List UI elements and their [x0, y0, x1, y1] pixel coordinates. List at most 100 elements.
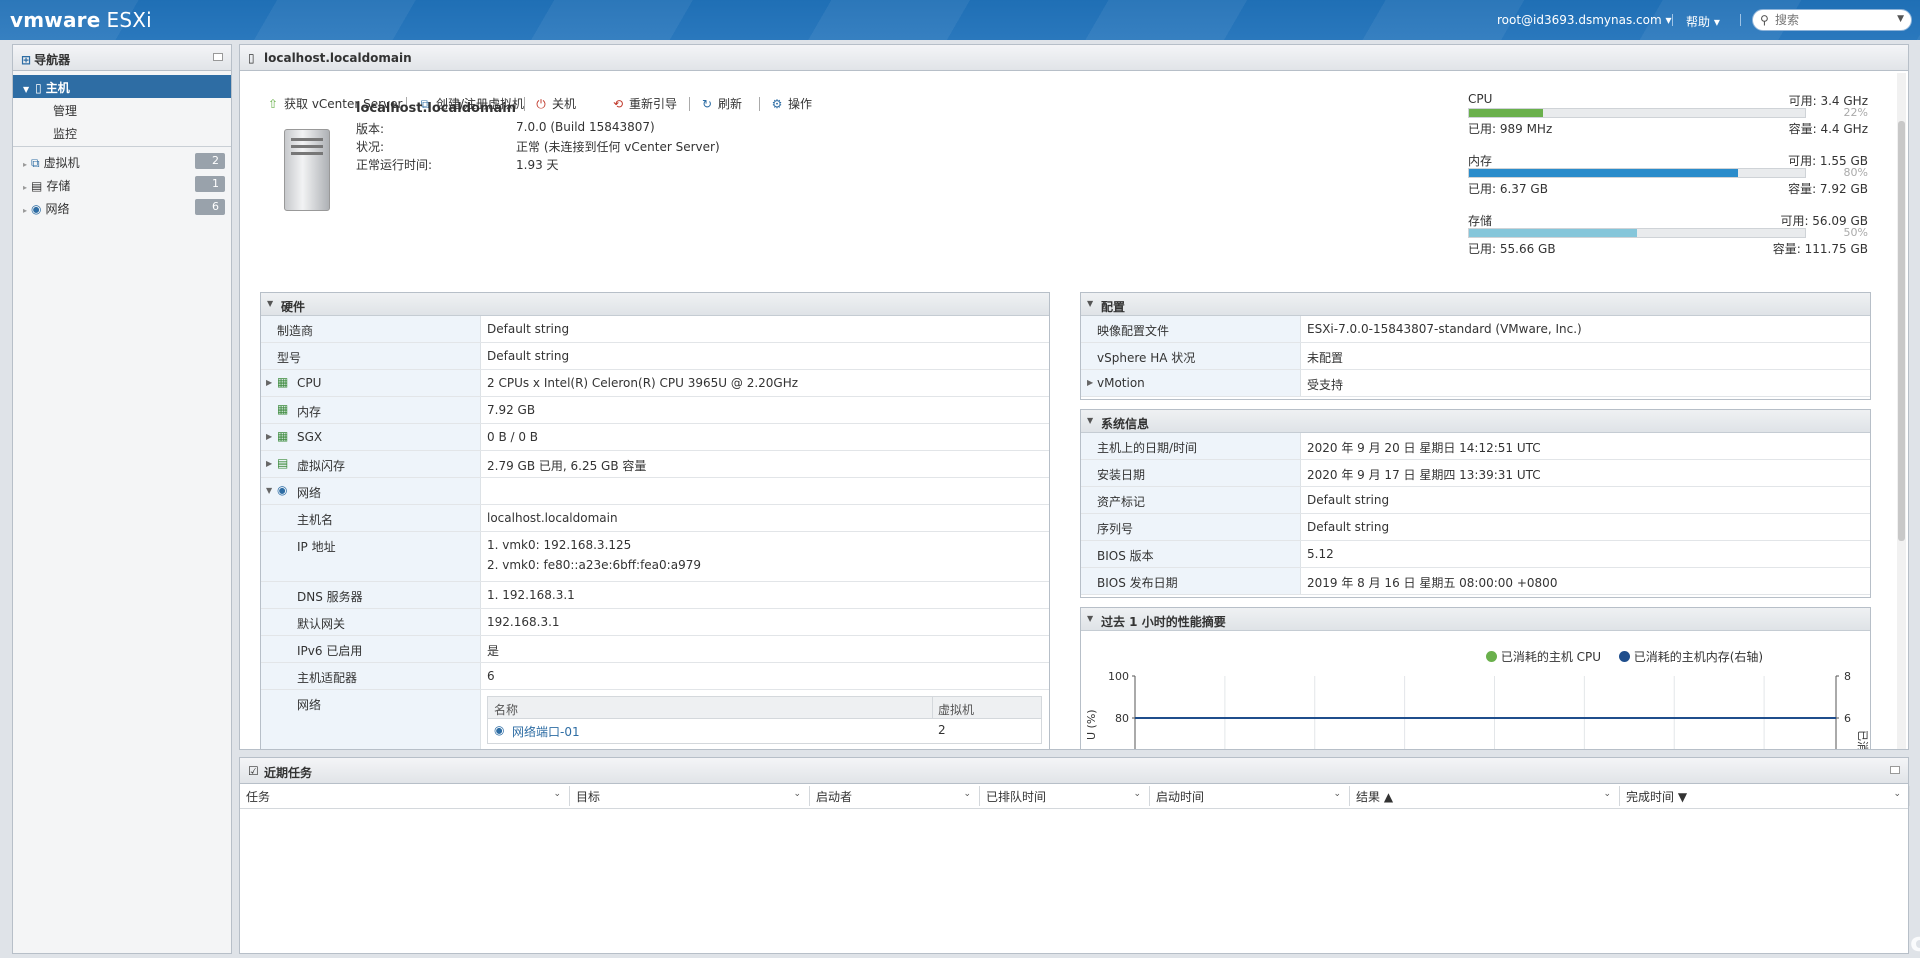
property-key: BIOS 发布日期: [1097, 576, 1178, 590]
nav-item-network[interactable]: ▸ ◉ 网络 6: [13, 196, 231, 219]
property-value: Default string: [487, 349, 570, 363]
property-key: 制造商: [277, 324, 314, 338]
property-value-line2: 2. vmk0: fe80::a23e:6bff:fea0:a979: [487, 558, 701, 572]
property-row: vSphere HA 状况 未配置: [1081, 343, 1870, 370]
column-label: 启动者: [816, 790, 853, 804]
network-icon: ◉: [31, 202, 42, 216]
nav-item-host[interactable]: ▼ ▯ 主机: [13, 75, 231, 98]
nav-storage-label: 存储: [46, 179, 71, 193]
chevron-down-icon: ▼: [1087, 299, 1094, 308]
collapse-icon[interactable]: [1890, 766, 1900, 774]
resource-percent: 50%: [1843, 226, 1868, 239]
property-key-cell: [261, 663, 481, 689]
nav-item-storage[interactable]: ▸ ▤ 存储 1: [13, 173, 231, 196]
chevron-down-icon[interactable]: ⌄: [963, 789, 971, 799]
chevron-right-icon: ▸: [23, 160, 28, 169]
hardware-rows: 制造商 Default string 型号 Default string ▶ ▦ CPU 2 …: [261, 316, 1049, 749]
hardware-section-header[interactable]: ▼ 硬件: [261, 293, 1049, 316]
scrollbar-thumb[interactable]: [1898, 121, 1905, 541]
collapse-icon[interactable]: [213, 53, 223, 61]
chevron-down-icon[interactable]: ⌄: [553, 789, 561, 799]
system-info-section-header[interactable]: ▼ 系统信息: [1081, 410, 1870, 433]
divider: [759, 97, 760, 111]
property-value: Default string: [487, 322, 570, 336]
shutdown-button[interactable]: ⏻ 关机: [533, 95, 576, 112]
legend-cpu-label: 已消耗的主机 CPU: [1500, 650, 1602, 664]
actions-button[interactable]: ⚙ 操作: [769, 95, 812, 112]
tasks-column-header[interactable]: 启动时间 ⌄: [1150, 786, 1350, 806]
property-row: 映像配置文件 ESXi-7.0.0-15843807-standard (VMwa…: [1081, 316, 1870, 343]
user-menu[interactable]: root@id3693.dsmynas.com ▾: [1497, 13, 1672, 27]
property-key-cell: [261, 609, 481, 635]
nav-item-vms[interactable]: ▸ ⧉ 虚拟机 2: [13, 150, 231, 173]
chevron-right-icon[interactable]: ▶: [266, 378, 272, 387]
scrollbar[interactable]: [1897, 73, 1906, 749]
property-value: ESXi-7.0.0-15843807-standard (VMware, In…: [1307, 322, 1582, 336]
reboot-button[interactable]: ⟲ 重新引导: [610, 95, 677, 112]
top-bar: vmware ESXi root@id3693.dsmynas.com ▾ 帮助 …: [0, 0, 1920, 40]
legend-swatch-memory: [1618, 651, 1630, 662]
tasks-column-header[interactable]: 已排队时间 ⌄: [980, 786, 1150, 806]
property-row: BIOS 发布日期 2019 年 8 月 16 日 星期五 08:00:00 +0…: [1081, 568, 1870, 595]
property-key-cell: [261, 397, 481, 423]
property-row: BIOS 版本 5.12: [1081, 541, 1870, 568]
navigator-icon: ⊞: [21, 53, 32, 67]
network-count-badge: 6: [195, 199, 225, 215]
chevron-down-icon[interactable]: ▼: [266, 486, 272, 495]
property-value: 受支持: [1307, 378, 1344, 392]
nav-host-label: 主机: [45, 81, 70, 95]
host-panel-header: ▯ localhost.localdomain: [240, 45, 1908, 71]
reboot-icon: ⟲: [612, 97, 624, 111]
chevron-right-icon[interactable]: ▶: [1087, 378, 1093, 387]
watermark: bbs.nas66.com: [1730, 928, 1920, 958]
chevron-down-icon: ▼: [267, 299, 274, 308]
chevron-right-icon[interactable]: ▶: [266, 432, 272, 441]
property-key: 主机上的日期/时间: [1097, 441, 1198, 455]
refresh-button[interactable]: ↻ 刷新: [699, 95, 742, 112]
tasks-column-header[interactable]: 目标 ⌄: [570, 786, 810, 806]
chevron-down-icon[interactable]: ⌄: [1603, 789, 1611, 799]
tasks-column-header[interactable]: 结果 ▲ ⌄: [1350, 786, 1620, 806]
config-section-header[interactable]: ▼ 配置: [1081, 293, 1870, 316]
property-value: 未配置: [1307, 351, 1344, 365]
vm-icon: ⧉: [31, 156, 40, 170]
property-key: 主机适配器: [297, 671, 358, 685]
toolbar-label: 关机: [552, 97, 577, 111]
navigator-title: 导航器: [34, 53, 71, 67]
chevron-down-icon[interactable]: ⌄: [1893, 789, 1901, 799]
performance-section-header[interactable]: ▼ 过去 1 小时的性能摘要: [1081, 608, 1870, 631]
tasks-column-header[interactable]: 任务 ⌄: [240, 786, 570, 806]
hardware-row: 制造商 Default string: [261, 316, 1049, 343]
y-axis-label-right: 已消耗: [1856, 730, 1870, 750]
property-key: 资产标记: [1097, 495, 1146, 509]
tasks-column-header[interactable]: 完成时间 ▼ ⌄: [1620, 786, 1910, 806]
navigator-header: ⊞ 导航器: [13, 45, 231, 71]
storage-count-badge: 1: [195, 176, 225, 192]
search-box[interactable]: ⚲ ▼: [1752, 9, 1912, 31]
help-menu[interactable]: 帮助 ▾: [1686, 13, 1720, 30]
property-key: 网络: [297, 698, 322, 712]
property-row: 资产标记 Default string: [1081, 487, 1870, 514]
search-input[interactable]: [1775, 12, 1885, 28]
column-label: 已排队时间: [986, 790, 1047, 804]
nav-item-monitor[interactable]: 监控: [13, 121, 231, 147]
chevron-down-icon[interactable]: ⌄: [1333, 789, 1341, 799]
property-key: IPv6 已启用: [297, 644, 363, 658]
chevron-down-icon: ▼: [1087, 416, 1094, 425]
y-axis-label-left: U (%): [1085, 709, 1098, 740]
memory-icon: ▦: [277, 402, 289, 416]
network-link[interactable]: 网络端口-01: [512, 723, 580, 740]
network-vm-count: 2: [938, 723, 946, 737]
resource-capacity: 容量: 111.75 GB: [1772, 242, 1868, 256]
col-vm-header[interactable]: 虚拟机: [938, 701, 974, 718]
hardware-row: IPv6 已启用 是: [261, 636, 1049, 663]
chevron-down-icon[interactable]: ⌄: [1133, 789, 1141, 799]
chevron-down-icon[interactable]: ▼: [1897, 14, 1904, 24]
chevron-right-icon[interactable]: ▶: [266, 459, 272, 468]
nav-item-manage[interactable]: 管理: [13, 98, 231, 121]
hardware-row: ▼ ◉ 网络: [261, 478, 1049, 505]
tasks-column-header[interactable]: 启动者 ⌄: [810, 786, 980, 806]
col-name-header[interactable]: 名称: [494, 701, 518, 718]
hardware-row: ▶ ▦ SGX 0 B / 0 B: [261, 424, 1049, 451]
chevron-down-icon[interactable]: ⌄: [793, 789, 801, 799]
